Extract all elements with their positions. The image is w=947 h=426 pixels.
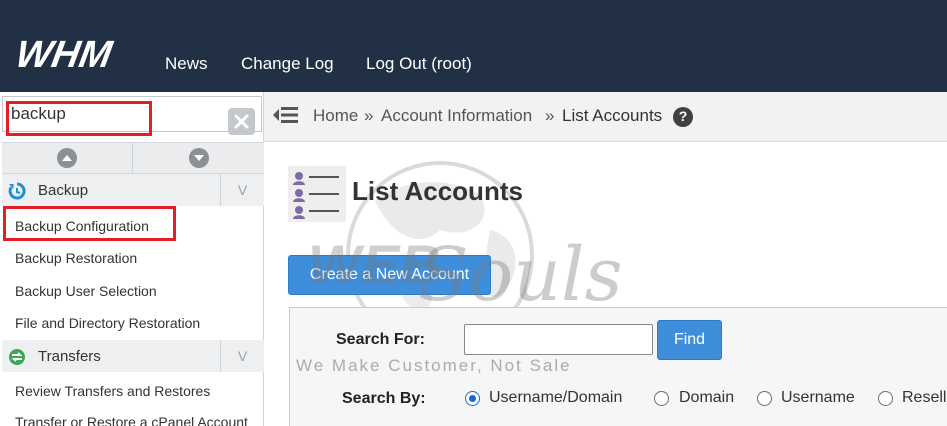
list-accounts-icon [288, 166, 346, 222]
search-by-label: Search By: [342, 390, 426, 407]
sidebar-search-input[interactable] [11, 101, 221, 127]
help-icon[interactable]: ? [673, 107, 693, 127]
radio-reseller[interactable] [878, 391, 893, 406]
nav-news[interactable]: News [165, 54, 208, 74]
radio-label-reseller[interactable]: Reseller [902, 389, 947, 407]
chevron-up-icon [57, 148, 77, 168]
breadcrumb-separator: » [364, 106, 374, 125]
backup-icon [8, 182, 26, 200]
clear-search-button[interactable] [228, 108, 255, 135]
breadcrumb-list-accounts: List Accounts [562, 106, 663, 125]
collapse-caret-icon[interactable]: V [220, 174, 264, 206]
breadcrumb-home[interactable]: Home [313, 106, 358, 126]
chevron-down-icon [189, 148, 209, 168]
collapse-caret-icon[interactable]: V [220, 340, 264, 372]
menu-item-file-directory-restoration[interactable]: File and Directory Restoration [15, 315, 200, 331]
breadcrumb-account-information[interactable]: Account Information [381, 106, 532, 126]
find-button[interactable]: Find [657, 320, 722, 360]
search-for-label: Search For: [336, 331, 425, 348]
menu-item-backup-configuration[interactable]: Backup Configuration [15, 218, 149, 234]
radio-domain[interactable] [654, 391, 669, 406]
create-new-account-button[interactable]: Create a New Account [288, 255, 491, 295]
sidebar: Backup V Backup Configuration Backup Res… [0, 92, 264, 426]
page-title: List Accounts [352, 176, 523, 206]
close-icon [234, 114, 249, 129]
radio-label-domain[interactable]: Domain [679, 389, 734, 407]
menu-item-backup-user-selection[interactable]: Backup User Selection [15, 283, 157, 299]
sidebar-search-box [2, 96, 262, 136]
scroll-up-button[interactable] [2, 143, 133, 173]
radio-label-username[interactable]: Username [781, 389, 855, 407]
menu-item-backup-restoration[interactable]: Backup Restoration [15, 250, 137, 266]
group-label-backup: Backup [38, 182, 89, 199]
radio-username-domain[interactable] [465, 391, 480, 406]
radio-label-username-domain[interactable]: Username/Domain [489, 389, 622, 407]
group-header-transfers[interactable]: Transfers V [2, 340, 264, 372]
menu-item-review-transfers[interactable]: Review Transfers and Restores [15, 383, 210, 399]
radio-username[interactable] [757, 391, 772, 406]
breadcrumb: Home » Account Information » List Accoun… [264, 92, 947, 142]
whm-logo[interactable]: WHM [18, 34, 142, 74]
menu-item-transfer-restore-cpanel[interactable]: Transfer or Restore a cPanel Account [15, 414, 248, 426]
top-header-bar: WHM News Change Log Log Out (root) [0, 0, 947, 92]
transfers-icon [9, 349, 25, 365]
search-for-input[interactable] [464, 324, 653, 355]
svg-text:WHM: WHM [18, 34, 116, 74]
group-header-backup[interactable]: Backup V [2, 174, 264, 206]
menu-toggle-icon[interactable] [272, 104, 300, 126]
sidebar-nav-arrows [2, 142, 264, 174]
scroll-down-button[interactable] [133, 143, 264, 173]
nav-log-out[interactable]: Log Out (root) [366, 54, 472, 74]
breadcrumb-separator: » [545, 106, 555, 125]
nav-change-log[interactable]: Change Log [241, 54, 334, 74]
group-label-transfers: Transfers [38, 348, 101, 365]
